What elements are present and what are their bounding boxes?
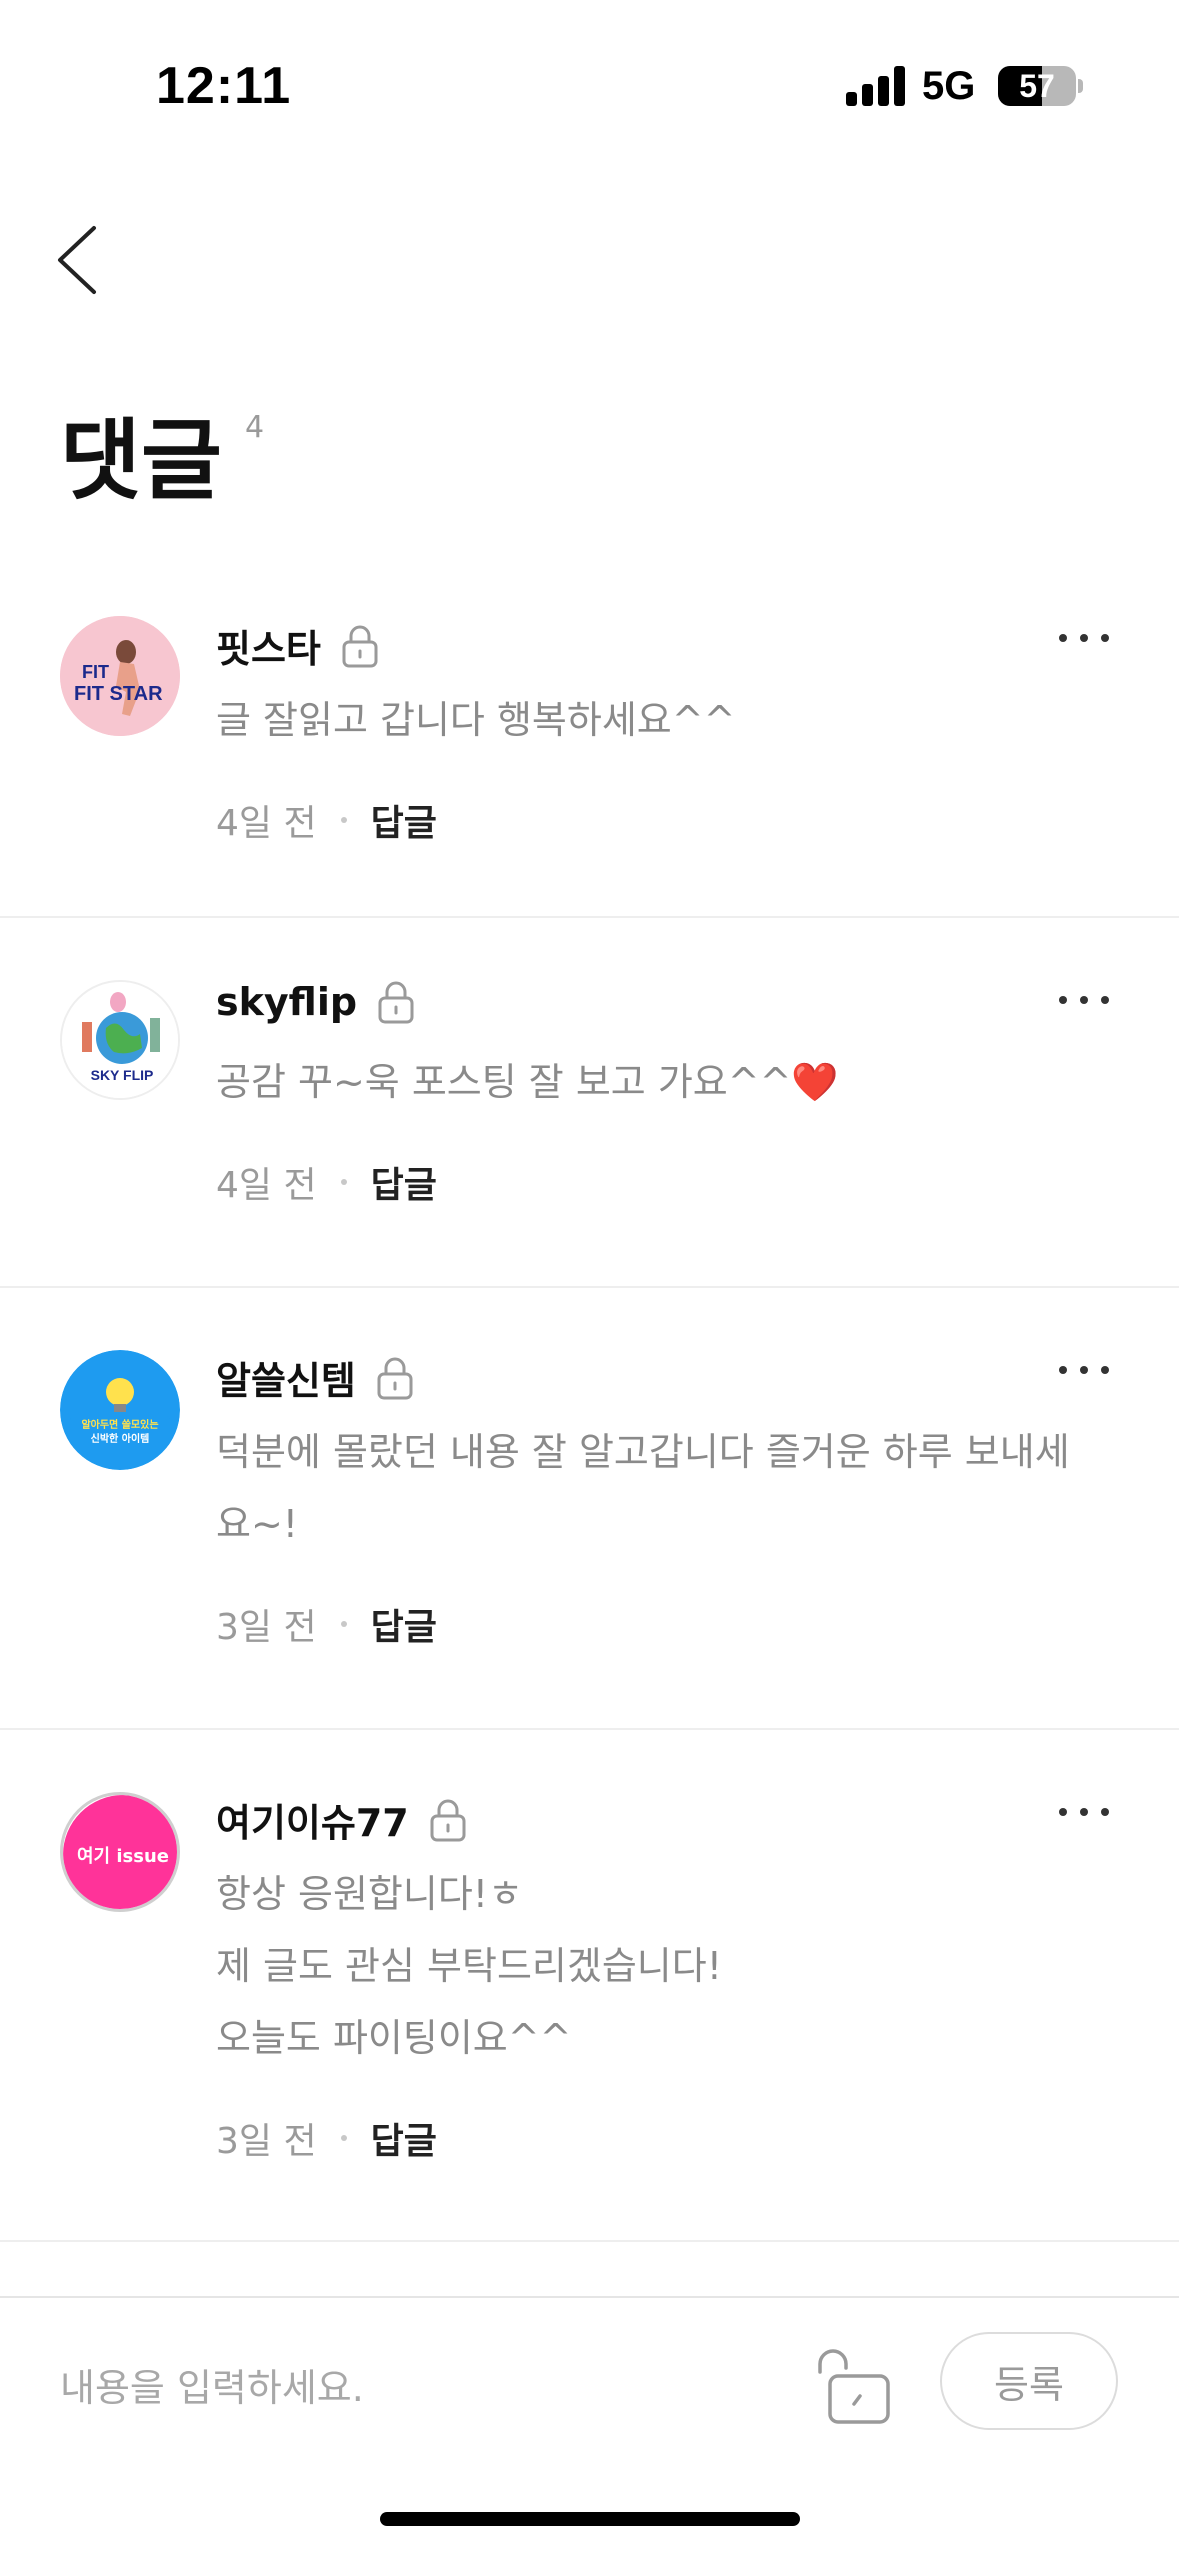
avatar-label: 여기 issue: [77, 1846, 169, 1867]
comment-date: 3일 전: [216, 2121, 317, 2162]
reply-button[interactable]: 답글: [371, 1156, 437, 1208]
unlock-icon: [818, 2349, 890, 2424]
more-options-icon[interactable]: [1059, 980, 1109, 1020]
comment-author[interactable]: 여기이슈77: [216, 1792, 409, 1847]
comment-text: 글 잘읽고 갑니다 행복하세요^^: [216, 684, 1116, 756]
comment-date: 4일 전: [216, 1165, 317, 1206]
lock-icon: [377, 980, 415, 1024]
chevron-left-icon: [58, 226, 96, 294]
reply-button[interactable]: 답글: [371, 2112, 437, 2164]
separator-dot: [340, 817, 347, 823]
comment-input-bar: 등록: [0, 2296, 1179, 2466]
comment-meta: 4일 전 답글: [216, 1156, 437, 1208]
separator-dot: [340, 2135, 347, 2141]
comment-item: SKY FLIP skyflip 공감 꾸~욱 포스팅 잘 보고 가요^^❤️ …: [0, 918, 1179, 1288]
comment-text-line: 글 잘읽고 갑니다 행복하세요^^: [216, 698, 736, 742]
status-bar: 12:11 5G 57: [0, 0, 1179, 150]
comment-text-line: 공감 꾸~욱 포스팅 잘 보고 가요^^❤️: [216, 1060, 839, 1104]
secret-toggle-button[interactable]: [814, 2342, 894, 2428]
page-title: 댓글: [60, 409, 222, 512]
comment-list: FIT FIT STAR 핏스타 글 잘읽고 갑니다 행복하세요^^ 4일 전 …: [0, 570, 1179, 2242]
comment-header: skyflip: [216, 980, 415, 1024]
comment-count: 4: [245, 410, 265, 445]
svg-text:신박한 아이템: 신박한 아이템: [91, 1432, 150, 1445]
lock-icon: [376, 1356, 414, 1400]
signal-icon: [846, 66, 906, 106]
avatar-label: FIT STAR: [74, 683, 163, 705]
comment-item: 여기 issue 여기이슈77 항상 응원합니다!ㅎ 제 글도 관심 부탁드리겠…: [0, 1730, 1179, 2242]
comment-text-line: 제 글도 관심 부탁드리겠습니다!: [216, 1944, 722, 1988]
comment-author[interactable]: 핏스타: [216, 618, 321, 673]
comment-header: 알쓸신템: [216, 1350, 414, 1405]
more-options-icon[interactable]: [1059, 1350, 1109, 1390]
lock-icon: [429, 1798, 467, 1842]
comment-text: 덕분에 몰랐던 내용 잘 알고갑니다 즐거운 하루 보내세 요~!: [216, 1416, 1116, 1560]
comment-header: 핏스타: [216, 618, 379, 673]
status-time: 12:11: [156, 57, 292, 115]
avatar[interactable]: 여기 issue: [60, 1792, 180, 1912]
battery-icon: 57: [998, 66, 1076, 106]
comment-author[interactable]: 알쓸신템: [216, 1350, 356, 1405]
more-options-icon[interactable]: [1059, 618, 1109, 658]
comment-text: 공감 꾸~욱 포스팅 잘 보고 가요^^❤️: [216, 1046, 1116, 1118]
svg-text:FIT: FIT: [82, 662, 109, 682]
separator-dot: [340, 1179, 347, 1185]
avatar[interactable]: 알아두면 쓸모있는 신박한 아이템: [60, 1350, 180, 1470]
avatar-label: SKY FLIP: [91, 1067, 154, 1083]
back-button[interactable]: [50, 220, 110, 300]
comment-text-line: 덕분에 몰랐던 내용 잘 알고갑니다 즐거운 하루 보내세: [216, 1430, 1070, 1474]
comment-input[interactable]: [60, 2348, 760, 2428]
comment-text-line: 항상 응원합니다!ㅎ: [216, 1872, 523, 1916]
home-indicator: [380, 2512, 800, 2526]
avatar[interactable]: FIT FIT STAR: [60, 616, 180, 736]
comment-text: 항상 응원합니다!ㅎ 제 글도 관심 부탁드리겠습니다! 오늘도 파이팅이요^^: [216, 1858, 1116, 2074]
battery-level: 57: [1019, 68, 1055, 104]
comment-meta: 3일 전 답글: [216, 2112, 437, 2164]
comment-item: FIT FIT STAR 핏스타 글 잘읽고 갑니다 행복하세요^^ 4일 전 …: [0, 570, 1179, 918]
comment-author[interactable]: skyflip: [216, 980, 357, 1024]
comment-item: 알아두면 쓸모있는 신박한 아이템 알쓸신템 덕분에 몰랐던 내용 잘 알고갑니…: [0, 1288, 1179, 1730]
page-title-area: 댓글 4: [60, 390, 264, 517]
separator-dot: [340, 1621, 347, 1627]
comment-date: 3일 전: [216, 1607, 317, 1648]
comment-text-line: 요~!: [216, 1502, 299, 1546]
battery-tip: [1078, 79, 1083, 93]
avatar[interactable]: SKY FLIP: [60, 980, 180, 1100]
reply-button[interactable]: 답글: [371, 794, 437, 846]
comment-meta: 4일 전 답글: [216, 794, 437, 846]
comment-header: 여기이슈77: [216, 1792, 467, 1847]
network-type: 5G: [922, 64, 976, 108]
more-options-icon[interactable]: [1059, 1792, 1109, 1832]
lock-icon: [341, 624, 379, 668]
comment-text-line: 오늘도 파이팅이요^^: [216, 2016, 572, 2060]
comment-meta: 3일 전 답글: [216, 1598, 437, 1650]
svg-text:알아두면 쓸모있는: 알아두면 쓸모있는: [81, 1418, 158, 1431]
reply-button[interactable]: 답글: [371, 1598, 437, 1650]
submit-button[interactable]: 등록: [940, 2332, 1118, 2430]
comment-date: 4일 전: [216, 803, 317, 844]
